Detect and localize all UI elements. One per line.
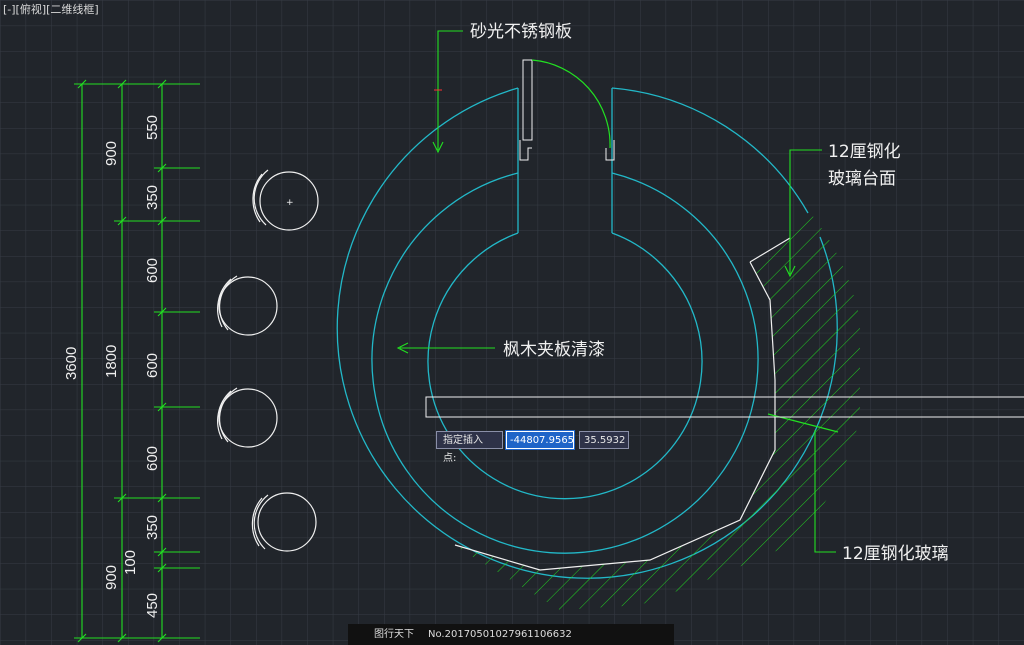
watermark-site: 图行天下 — [374, 629, 414, 640]
dim-mid-2: 350 — [144, 185, 161, 210]
dim-mid-8: 450 — [144, 593, 161, 618]
label-steel-plate: 砂光不锈钢板 — [470, 22, 572, 42]
dim-total: 3600 — [63, 347, 80, 380]
watermark-id: No.20170501027961106632 — [428, 629, 572, 640]
label-glass-top-1: 12厘钢化 — [828, 142, 901, 162]
dim-mid-5: 600 — [144, 446, 161, 471]
dim-mid-4: 600 — [144, 353, 161, 378]
watermark-bar: 图行天下 No.20170501027961106632 — [348, 624, 674, 645]
dim-mid-7: 100 — [122, 550, 139, 575]
dynamic-input-prompt: 指定插入点: -44807.9565 35.5932 — [436, 430, 629, 464]
label-maple-board: 枫木夹板清漆 — [503, 340, 605, 360]
x-coordinate-input[interactable]: -44807.9565 — [505, 430, 575, 450]
label-glass-top-2: 玻璃台面 — [828, 169, 896, 189]
dim-outer-3: 900 — [103, 565, 120, 590]
dim-mid-6: 350 — [144, 515, 161, 540]
dim-outer-1: 900 — [103, 141, 120, 166]
viewport-controls-label[interactable]: [-][俯视][二维线框] — [3, 2, 99, 18]
svg-text:+: + — [286, 198, 294, 208]
y-coordinate-input[interactable]: 35.5932 — [579, 431, 629, 449]
prompt-label: 指定插入点: — [436, 431, 503, 464]
cad-viewport[interactable]: + 3600 900 1800 900 550 350 600 600 600 … — [0, 0, 1024, 645]
label-tempered-glass: 12厘钢化玻璃 — [842, 544, 949, 564]
dim-outer-2: 1800 — [103, 345, 120, 378]
cad-drawing[interactable]: + 3600 900 1800 900 550 350 600 600 600 … — [0, 0, 1024, 645]
dim-mid-1: 550 — [144, 115, 161, 140]
dim-mid-3: 600 — [144, 258, 161, 283]
